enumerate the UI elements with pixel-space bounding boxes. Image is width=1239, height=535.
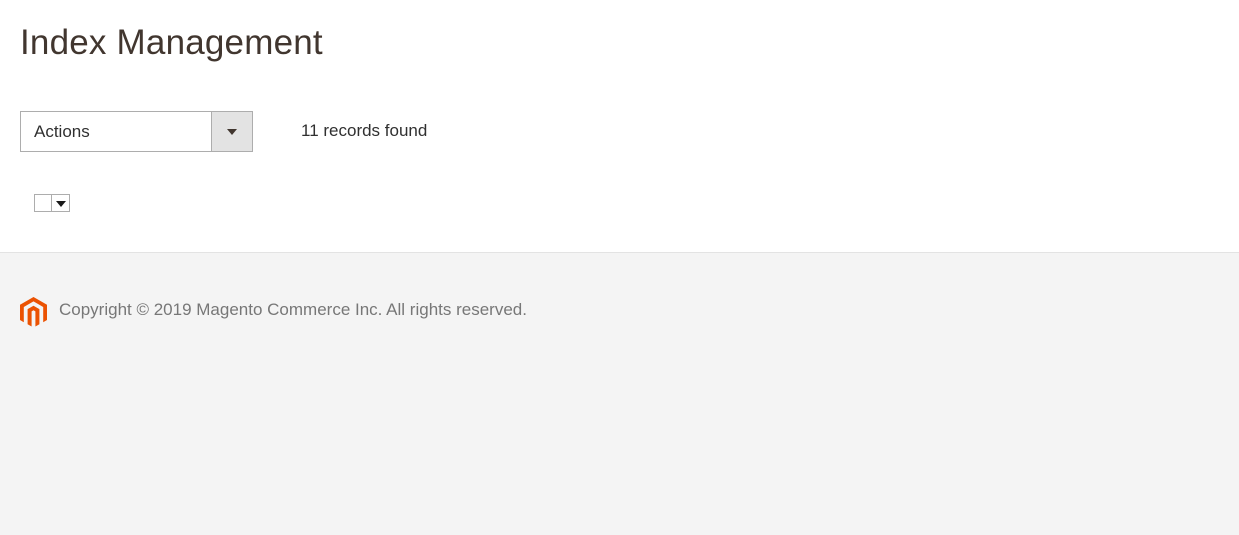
mass-select-control[interactable] bbox=[34, 194, 70, 212]
chevron-down-icon bbox=[227, 129, 237, 135]
page-title: Index Management bbox=[20, 23, 323, 62]
records-found-count: 11 records found bbox=[301, 121, 428, 140]
actions-dropdown-label: Actions bbox=[34, 122, 90, 141]
select-all-checkbox[interactable] bbox=[34, 194, 52, 212]
actions-dropdown-toggle[interactable] bbox=[211, 112, 252, 151]
page-footer: Copyright © 2019 Magento Commerce Inc. A… bbox=[0, 252, 1239, 535]
mass-select-dropdown-toggle[interactable] bbox=[51, 194, 70, 212]
caret-down-icon bbox=[55, 201, 66, 207]
main-content: Index Management Actions 11 records foun… bbox=[0, 0, 1239, 252]
actions-dropdown[interactable]: Actions bbox=[20, 111, 253, 152]
copyright-text: Copyright © 2019 Magento Commerce Inc. A… bbox=[59, 300, 527, 319]
magento-logo-icon bbox=[20, 297, 47, 327]
